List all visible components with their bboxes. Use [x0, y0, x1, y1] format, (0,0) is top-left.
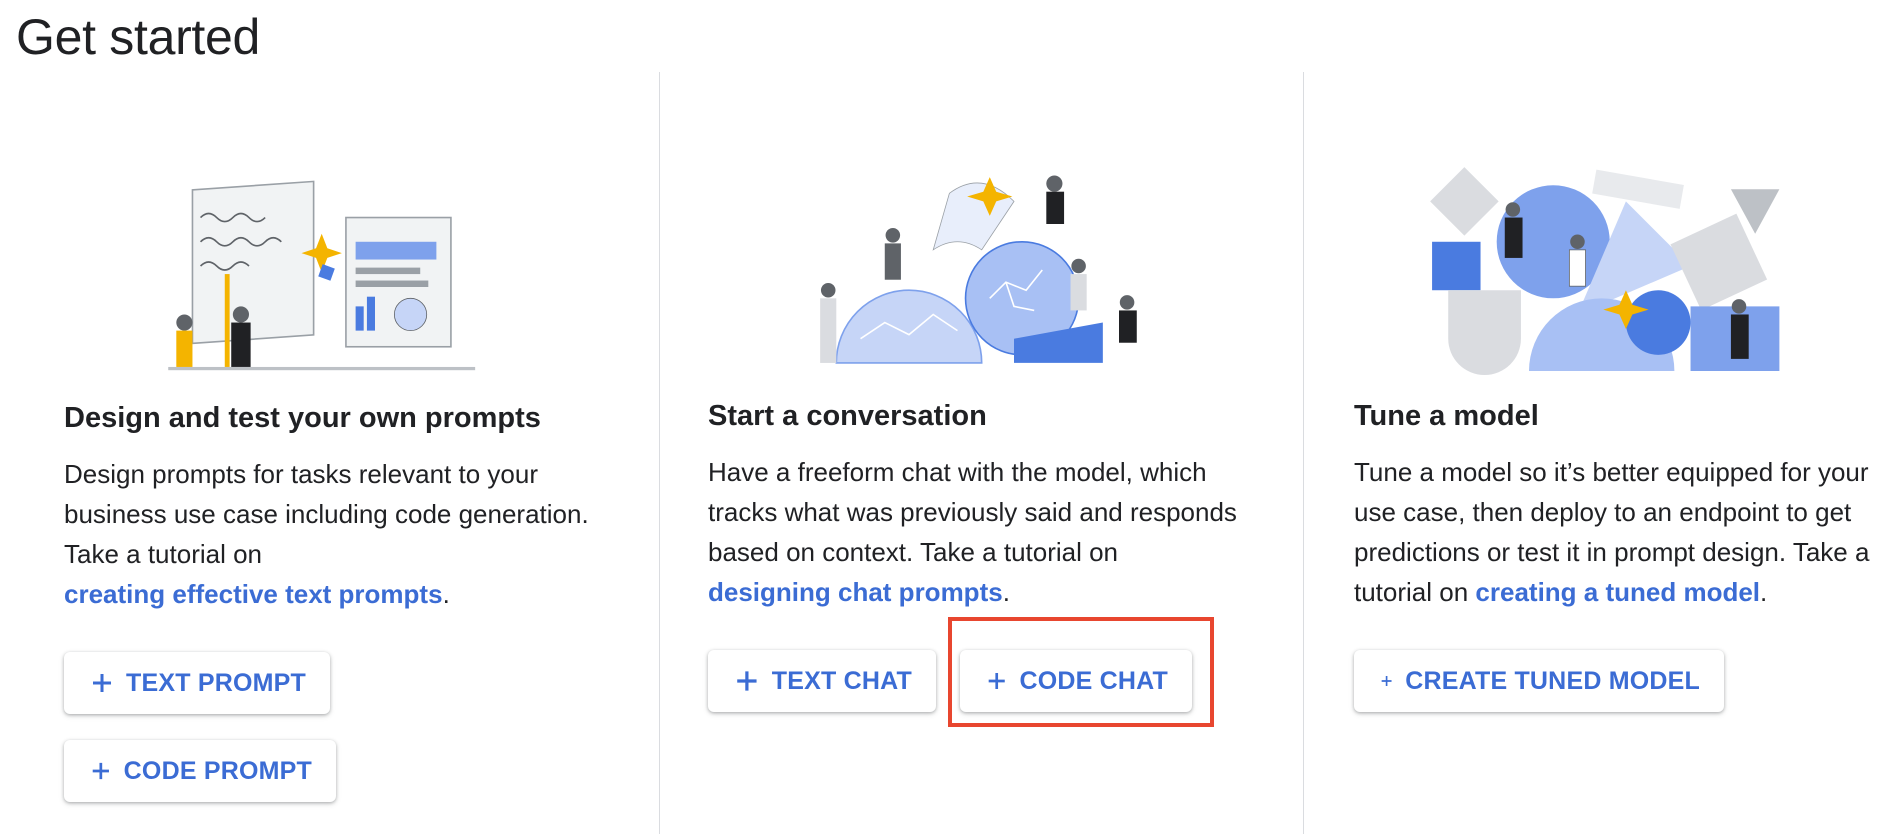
- highlight-box: [948, 617, 1214, 727]
- card-description-text: Have a freeform chat with the model, whi…: [708, 457, 1237, 567]
- button-label: CREATE TUNED MODEL: [1405, 666, 1700, 695]
- create-tuned-model-button[interactable]: CREATE TUNED MODEL: [1354, 650, 1724, 712]
- tutorial-link[interactable]: creating effective text prompts: [64, 579, 443, 609]
- tutorial-link[interactable]: designing chat prompts: [708, 577, 1003, 607]
- link-suffix: .: [1760, 577, 1768, 607]
- card-title: Tune a model: [1354, 400, 1539, 432]
- column-divider: [1303, 72, 1304, 834]
- card-description: Tune a model so it’s better equipped for…: [1354, 452, 1894, 612]
- plus-icon: [92, 762, 109, 780]
- conversation-illustration: [820, 175, 1137, 364]
- card-design-prompts: Design and test your own prompts Design …: [64, 72, 624, 834]
- code-prompt-button[interactable]: CODE PROMPT: [64, 740, 336, 802]
- card-description: Design prompts for tasks relevant to you…: [64, 454, 604, 614]
- prompt-design-illustration: [168, 180, 476, 371]
- link-suffix: .: [442, 579, 450, 609]
- plus-icon: [93, 673, 112, 693]
- card-description: Have a freeform chat with the model, whi…: [708, 452, 1268, 612]
- column-divider: [659, 72, 660, 834]
- button-label: TEXT PROMPT: [126, 668, 306, 697]
- tune-model-illustration: [1430, 167, 1780, 376]
- button-label: TEXT CHAT: [771, 666, 912, 695]
- plus-icon: [737, 671, 757, 691]
- plus-icon: [1381, 676, 1392, 686]
- card-title: Start a conversation: [708, 400, 987, 432]
- page-title: Get started: [16, 9, 261, 65]
- card-description-text: Design prompts for tasks relevant to you…: [64, 459, 589, 569]
- card-title: Design and test your own prompts: [64, 402, 541, 434]
- button-label: CODE PROMPT: [123, 756, 312, 785]
- tutorial-link[interactable]: creating a tuned model: [1475, 577, 1760, 607]
- text-chat-button[interactable]: TEXT CHAT: [708, 650, 936, 712]
- text-prompt-button[interactable]: TEXT PROMPT: [64, 652, 330, 714]
- card-tune-model: Tune a model Tune a model so it’s better…: [1354, 72, 1894, 834]
- link-suffix: .: [1002, 577, 1010, 607]
